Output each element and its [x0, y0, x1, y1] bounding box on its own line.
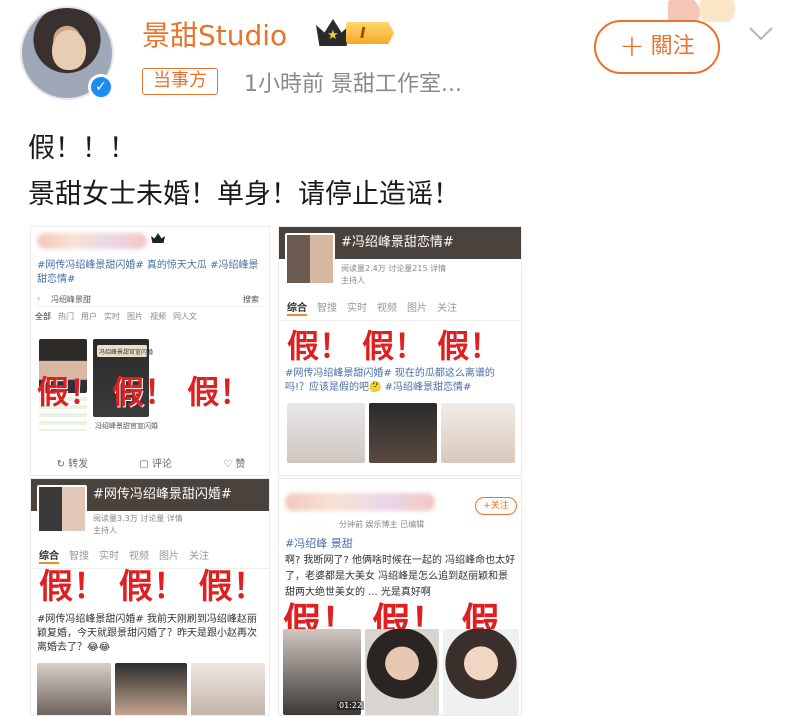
post-line-2: 景甜女士未婚！单身！请停止造谣！ — [28, 179, 460, 210]
post-text: #网传冯绍峰景甜闪婚# 我前天刚刷到冯绍峰赵丽颖复婚，今天就跟景甜闪婚了？昨天是… — [37, 614, 257, 653]
screenshot-image-2[interactable]: #冯绍峰景甜恋情# 阅读量2.4万 讨论量215 详情 主持人 综合 智搜 实时… — [278, 226, 522, 476]
repost-button[interactable]: ↻ 转发 — [57, 455, 89, 470]
tab[interactable]: 热门 — [58, 311, 74, 322]
post-line-1: 假！！！ — [28, 133, 136, 164]
fake-stamp: 假！ 假！ 假！ — [37, 373, 252, 411]
action-bar: ↻ 转发 ▢ 评论 ♡ 赞 — [31, 455, 269, 470]
comment-button[interactable]: ▢ 评论 — [139, 455, 172, 470]
tab[interactable]: 视频 — [377, 299, 397, 316]
tab[interactable]: 综合 — [287, 299, 307, 316]
blurred-username — [285, 493, 435, 511]
search-button[interactable]: 搜索 — [243, 294, 259, 305]
screenshot-image-3[interactable]: #网传冯绍峰景甜闪婚# 阅读量3.3万 讨论量 详情 主持人 综合 智搜 实时 … — [30, 478, 270, 716]
tab[interactable]: 图片 — [407, 299, 427, 316]
search-query: 冯绍峰景甜 — [51, 295, 91, 304]
topic-title: #网传冯绍峰景甜闪婚# — [93, 487, 232, 502]
fake-stamp: 假！ 假！ 假！ — [287, 327, 502, 365]
photo-1 — [287, 403, 365, 463]
photo-3 — [441, 403, 515, 463]
video-duration: 01:22 — [337, 701, 365, 710]
photo-2 — [369, 403, 437, 463]
tab[interactable]: 关注 — [437, 299, 457, 316]
read-stats: 阅读量2.4万 讨论量215 详情 — [341, 264, 447, 273]
tab[interactable]: 同人文 — [173, 311, 197, 322]
comment-label: 评论 — [152, 459, 172, 470]
hashtag[interactable]: #冯绍峰 景甜 — [285, 537, 353, 551]
avatar[interactable]: ✓ — [20, 6, 122, 102]
photo-portrait-2 — [443, 629, 519, 715]
crown-icon — [151, 233, 165, 243]
level-tag: I — [346, 22, 394, 44]
username[interactable]: 景甜Studio — [142, 14, 287, 54]
tab[interactable]: 图片 — [127, 311, 143, 322]
like-label: 赞 — [235, 459, 246, 470]
search-bar[interactable]: ‹ 冯绍峰景甜 搜索 — [37, 293, 265, 307]
decoration-sticker — [668, 0, 738, 22]
screenshot-image-4[interactable]: +关注 分钟前 娱乐博主 已编辑 #冯绍峰 景甜 啊? 我断网了? 他俩啥时候在… — [278, 478, 522, 716]
tab[interactable]: 视频 — [150, 311, 166, 322]
verified-icon: ✓ — [88, 74, 114, 100]
banner-label: 冯绍峰景甜官宣闪婚 — [99, 349, 154, 356]
banner-label-box: 冯绍峰景甜官宣闪婚 — [97, 345, 153, 357]
tab[interactable]: 实时 — [104, 311, 120, 322]
back-icon[interactable]: ‹ — [37, 294, 40, 303]
screenshot-image-1[interactable]: #网传冯绍峰景甜闪婚# 真的惊天大瓜 #冯绍峰景甜恋情# ‹ 冯绍峰景甜 搜索 … — [30, 226, 270, 476]
follow-label: 關注 — [650, 34, 695, 59]
post-text: #网传冯绍峰景甜闪婚# 现在的瓜都这么离谱的吗!？应该是假的吧🤔 #冯绍峰景甜恋… — [285, 368, 495, 393]
member-badge[interactable]: ★ I — [316, 16, 396, 48]
post-body: 假！！！ 景甜女士未婚！单身！请停止造谣！ — [28, 126, 460, 218]
photo-1 — [37, 663, 111, 715]
star-icon: ★ — [327, 28, 339, 43]
host-label: 主持人 — [93, 526, 117, 535]
plus-icon: + — [619, 29, 645, 64]
photo-2 — [115, 663, 187, 715]
caption: 冯绍峰景甜官宣闪婚 — [95, 422, 158, 430]
chevron-down-icon[interactable] — [748, 26, 774, 42]
topic-title: #冯绍峰景甜恋情# — [341, 235, 454, 250]
like-button[interactable]: ♡ 赞 — [223, 455, 245, 470]
hashtag-text: #网传冯绍峰景甜闪婚# 真的惊天大瓜 #冯绍峰景甜恋情# — [37, 260, 259, 285]
read-stats: 阅读量3.3万 讨论量 详情 — [93, 514, 183, 523]
fake-stamp: 假！ 假！ 假！ — [39, 567, 267, 607]
search-tabs: 全部 热门 用户 实时 图片 视频 同人文 — [35, 311, 197, 322]
topic-photo — [285, 233, 335, 285]
source-tag: 当事方 — [142, 68, 218, 95]
follow-button[interactable]: +关注 — [475, 497, 517, 515]
host-label: 主持人 — [341, 276, 365, 285]
photo-3 — [191, 663, 265, 715]
tab[interactable]: 实时 — [347, 299, 367, 316]
repost-label: 转发 — [68, 459, 89, 470]
photo-portrait-1 — [365, 629, 439, 715]
post-meta: 1小時前 景甜工作室... — [244, 72, 462, 97]
tab[interactable]: 全部 — [35, 311, 51, 322]
blurred-username — [37, 233, 147, 249]
tab[interactable]: 智搜 — [317, 299, 337, 316]
topic-tabs: 综合 智搜 实时 视频 图片 关注 — [279, 295, 521, 321]
follow-button[interactable]: + 關注 — [594, 20, 720, 74]
topic-photo — [37, 485, 87, 533]
tab[interactable]: 用户 — [81, 311, 97, 322]
post-meta: 分钟前 娱乐博主 已编辑 — [339, 520, 425, 529]
